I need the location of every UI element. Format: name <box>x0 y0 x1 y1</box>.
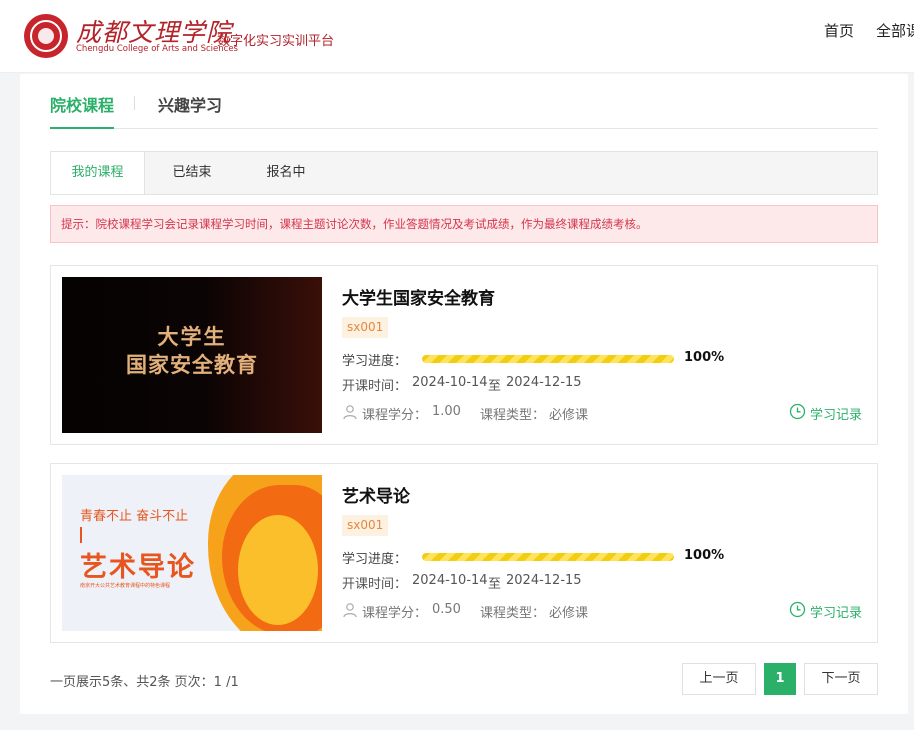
tab-interest-learning[interactable]: 兴趣学习 <box>158 92 222 116</box>
course-start-date: 2024-10-14 <box>412 375 488 390</box>
course-tabs: 院校课程 兴趣学习 <box>50 74 878 129</box>
course-start-date: 2024-10-14 <box>412 573 488 588</box>
course-date-separator: 至 <box>488 379 502 394</box>
course-date-separator: 至 <box>488 577 502 592</box>
school-name-en: Chengdu College of Arts and Sciences <box>76 44 238 54</box>
study-record-link[interactable]: 学习记录 <box>810 404 862 423</box>
subtab-my-courses[interactable]: 我的课程 <box>51 152 145 194</box>
user-icon <box>343 405 357 420</box>
clock-icon[interactable] <box>789 403 806 420</box>
course-type-value: 必修课 <box>549 408 589 423</box>
platform-name: 数字化实习实训平台 <box>217 34 335 49</box>
thumbnail-title-line1: 大学生 <box>157 325 227 349</box>
progress-value: 100% <box>684 350 725 365</box>
page-number-button[interactable]: 1 <box>764 663 796 695</box>
course-code-badge: sx001 <box>342 515 389 536</box>
progress-label: 学习进度： <box>342 552 408 567</box>
tab-divider <box>134 96 135 110</box>
thumbnail-title: 艺术导论 <box>80 552 196 583</box>
progress-bar-fill <box>422 355 674 363</box>
subtab-finished[interactable]: 已结束 <box>157 152 227 194</box>
course-end-date: 2024-12-15 <box>506 375 582 390</box>
credit-value: 1.00 <box>432 404 461 419</box>
course-title[interactable]: 艺术导论 <box>342 482 410 507</box>
course-code-badge: sx001 <box>342 317 389 338</box>
credit-value: 0.50 <box>432 602 461 617</box>
pagination-info: 一页展示5条、共2条 页次：1 /1 <box>50 675 239 690</box>
progress-value: 100% <box>684 548 725 563</box>
thumbnail-accent-bar <box>80 527 82 543</box>
course-end-date: 2024-12-15 <box>506 573 582 588</box>
next-page-button[interactable]: 下一页 <box>804 663 878 695</box>
nav-all-courses-link[interactable]: 全部课程 <box>876 20 914 41</box>
user-icon <box>343 603 357 618</box>
course-type-label: 课程类型： <box>480 408 546 423</box>
progress-bar-fill <box>422 553 674 561</box>
thumbnail-caption: 南京开大公共艺术教育课程中的特色课程 <box>80 583 171 589</box>
thumbnail-title-line2: 国家安全教育 <box>126 353 258 377</box>
course-card[interactable]: 青春不止 奋斗不止 艺术导论 南京开大公共艺术教育课程中的特色课程 艺术导论 s… <box>50 463 878 643</box>
course-type-label: 课程类型： <box>480 606 546 621</box>
credit-label: 课程学分： <box>362 606 428 621</box>
top-header: 成都文理学院 Chengdu College of Arts and Scien… <box>0 0 914 73</box>
tab-college-courses[interactable]: 院校课程 <box>50 92 115 129</box>
credit-label: 课程学分： <box>362 408 428 423</box>
study-record-link[interactable]: 学习记录 <box>810 602 862 621</box>
course-time-label: 开课时间： <box>342 577 408 592</box>
course-type-value: 必修课 <box>549 606 589 621</box>
clock-icon[interactable] <box>789 601 806 618</box>
course-time-label: 开课时间： <box>342 379 408 394</box>
college-logo-icon[interactable] <box>24 14 68 58</box>
progress-bar <box>422 553 674 561</box>
course-status-tabs: 我的课程 已结束 报名中 <box>50 151 878 195</box>
main-panel: 院校课程 兴趣学习 我的课程 已结束 报名中 提示：院校课程学习会记录课程学习时… <box>20 74 908 714</box>
notice-banner: 提示：院校课程学习会记录课程学习时间，课程主题讨论次数，作业答题情况及考试成绩，… <box>50 205 878 243</box>
course-thumbnail[interactable]: 青春不止 奋斗不止 艺术导论 南京开大公共艺术教育课程中的特色课程 <box>62 475 322 631</box>
course-thumbnail[interactable]: 大学生 国家安全教育 <box>62 277 322 433</box>
progress-bar <box>422 355 674 363</box>
prev-page-button[interactable]: 上一页 <box>682 663 756 695</box>
thumbnail-slogan: 青春不止 奋斗不止 <box>80 509 189 524</box>
course-title[interactable]: 大学生国家安全教育 <box>342 284 495 309</box>
course-card[interactable]: 大学生 国家安全教育 大学生国家安全教育 sx001 学习进度： 100% 开课… <box>50 265 878 445</box>
progress-label: 学习进度： <box>342 354 408 369</box>
thumbnail-decor-shape <box>238 515 318 625</box>
subtab-enrolling[interactable]: 报名中 <box>251 152 321 194</box>
nav-home-link[interactable]: 首页 <box>824 20 854 41</box>
